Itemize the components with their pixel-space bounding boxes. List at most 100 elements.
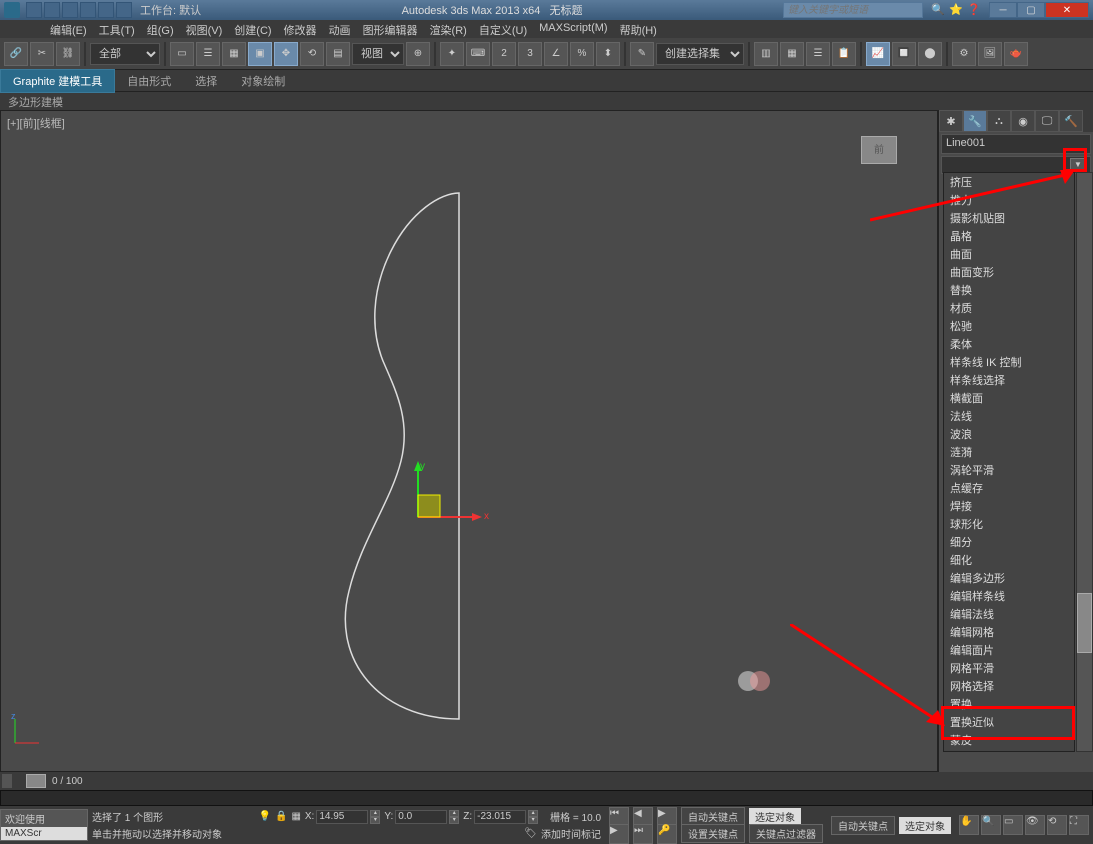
modifier-item[interactable]: 松驰 [944,317,1074,335]
menu-工具(T)[interactable]: 工具(T) [93,20,141,38]
modify-tab[interactable]: 🔧 [963,110,987,132]
modifier-item[interactable]: 涟漪 [944,443,1074,461]
modifier-item[interactable]: 编辑网格 [944,623,1074,641]
modifier-item[interactable]: 网格平滑 [944,659,1074,677]
modifier-item[interactable]: 法线 [944,407,1074,425]
modifier-item[interactable]: 波浪 [944,425,1074,443]
modifier-item[interactable]: 曲面变形 [944,263,1074,281]
unlink-button[interactable]: ✂ [30,42,54,66]
minimize-button[interactable]: ─ [989,2,1017,18]
window-cross-button[interactable]: ▣ [248,42,272,66]
percent-snap-button[interactable]: % [570,42,594,66]
workspace-label[interactable]: 工作台: 默认 [140,2,201,18]
qat-save[interactable] [62,2,78,18]
ribbon-tab-0[interactable]: Graphite 建模工具 [0,69,115,93]
next-frame-button[interactable]: ▶ [609,824,629,844]
modifier-dropdown-list[interactable]: 挤压推力摄影机贴图晶格曲面曲面变形替换材质松驰柔体样条线 IK 控制样条线选择横… [943,172,1075,752]
fov-button[interactable]: 👁 [1025,815,1045,835]
select-move-button[interactable]: ✥ [274,42,298,66]
align-button[interactable]: ▦ [780,42,804,66]
steering-wheel-icon[interactable] [736,669,772,693]
auto-key2-button[interactable]: 自动关键点 [831,816,895,835]
modifier-item[interactable]: 摄影机贴图 [944,209,1074,227]
menu-MAXScript(M)[interactable]: MAXScript(M) [533,20,613,38]
search-input[interactable] [783,2,923,18]
menu-动画[interactable]: 动画 [323,20,357,38]
menu-编辑(E)[interactable]: 编辑(E) [44,20,93,38]
modifier-item[interactable]: 编辑样条线 [944,587,1074,605]
menu-修改器[interactable]: 修改器 [278,20,323,38]
schematic-button[interactable]: 🔲 [892,42,916,66]
select-scale-button[interactable]: ▤ [326,42,350,66]
menu-渲染(R)[interactable]: 渲染(R) [424,20,473,38]
menu-组(G)[interactable]: 组(G) [141,20,180,38]
modifier-item[interactable]: 涡轮平滑 [944,461,1074,479]
render-frame-button[interactable]: 🖼 [978,42,1002,66]
viewport-label[interactable]: [+][前][线框] [7,115,65,131]
motion-tab[interactable]: ◉ [1011,110,1035,132]
modifier-item[interactable]: 置换近似 [944,713,1074,731]
modifier-item[interactable]: 焊接 [944,497,1074,515]
qat-new[interactable] [26,2,42,18]
close-button[interactable]: ✕ [1045,2,1089,18]
material-button[interactable]: ⬤ [918,42,942,66]
center-button[interactable]: ⊕ [406,42,430,66]
qat-redo[interactable] [98,2,114,18]
modifier-item[interactable]: 材质 [944,299,1074,317]
z-up[interactable]: ▴ [528,810,538,817]
select-rotate-button[interactable]: ⟲ [300,42,324,66]
time-slider[interactable] [26,774,46,788]
coord-z-input[interactable] [474,810,526,824]
time-tag-icon[interactable]: 🏷 [524,828,537,839]
ribbon-tab-1[interactable]: 自由形式 [115,70,183,92]
modifier-item[interactable]: 编辑法线 [944,605,1074,623]
coord-x-input[interactable] [316,810,368,824]
menu-自定义(U)[interactable]: 自定义(U) [473,20,533,38]
render-button[interactable]: 🫖 [1004,42,1028,66]
viewport[interactable]: [+][前][线框] 前 y x z [0,110,938,772]
sel-obj2-dropdown[interactable]: 选定对象 [899,817,951,834]
timeline-start-icon[interactable] [2,774,12,788]
app-icon[interactable] [4,2,20,18]
modifier-item[interactable]: 点缓存 [944,479,1074,497]
modifier-item[interactable]: 曲面 [944,245,1074,263]
modifier-item[interactable]: 蒙皮 [944,731,1074,749]
selection-filter[interactable]: 全部 [90,43,160,65]
create-tab[interactable]: ✱ [939,110,963,132]
menu-图形编辑器[interactable]: 图形编辑器 [357,20,424,38]
angle-snap-button[interactable]: ∠ [544,42,568,66]
qat-undo[interactable] [80,2,96,18]
ribbon-sub[interactable]: 多边形建模 [0,92,1093,110]
modifier-item[interactable]: 编辑面片 [944,641,1074,659]
lock-icon[interactable]: 🔒 [275,811,287,822]
modifier-scrollbar[interactable] [1076,172,1093,752]
spline-object[interactable] [341,191,481,721]
zoom-ext-button[interactable]: ▭ [1003,815,1023,835]
x-up[interactable]: ▴ [370,810,380,817]
modifier-item[interactable]: 挤压 [944,173,1074,191]
key-mode-button[interactable]: 🔑 [657,824,677,844]
named-sel-set[interactable]: 创建选择集 [656,43,744,65]
qat-more[interactable] [116,2,132,18]
edit-named-button[interactable]: ✎ [630,42,654,66]
add-time-tag[interactable]: 添加时间标记 [541,826,601,841]
time-ruler[interactable] [0,790,1093,806]
qat-open[interactable] [44,2,60,18]
modifier-item[interactable]: 细分 [944,533,1074,551]
zoom-button[interactable]: 🔍 [981,815,1001,835]
layers-button[interactable]: ☰ [806,42,830,66]
render-setup-button[interactable]: ⚙ [952,42,976,66]
keyboard-button[interactable]: ⌨ [466,42,490,66]
pan-button[interactable]: ✋ [959,815,979,835]
curve-editor-button[interactable]: 📈 [866,42,890,66]
modifier-item[interactable]: 柔体 [944,335,1074,353]
key-filter-button[interactable]: 关键点过滤器 [749,824,823,843]
bind-button[interactable]: ⛓ [56,42,80,66]
orbit-button[interactable]: ⟲ [1047,815,1067,835]
move-gizmo[interactable]: y x [396,459,516,579]
sel-obj-dropdown[interactable]: 选定对象 [749,808,801,825]
ribbon-tab-3[interactable]: 对象绘制 [229,70,297,92]
modifier-item[interactable]: 球形化 [944,515,1074,533]
view-cube[interactable]: 前 [861,136,897,164]
modifier-item[interactable]: 推力 [944,191,1074,209]
